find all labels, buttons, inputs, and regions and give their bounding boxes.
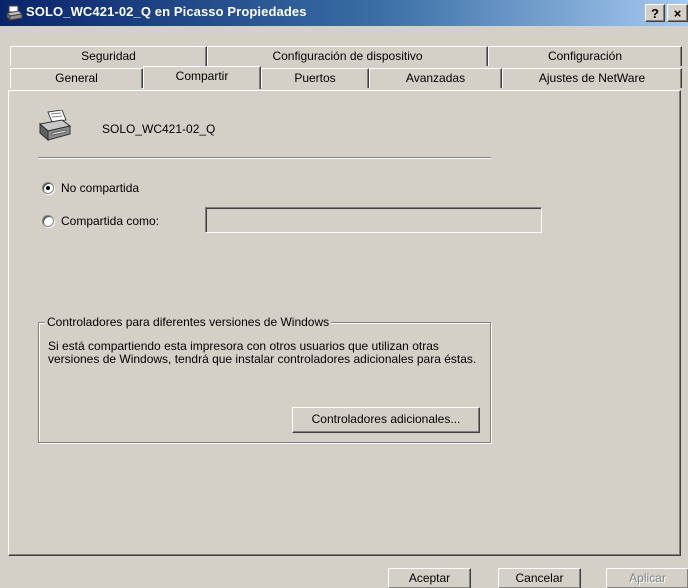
tab-avanzadas[interactable]: Avanzadas (369, 68, 502, 88)
close-button[interactable]: × (667, 4, 688, 22)
cancelar-button[interactable]: Cancelar (498, 568, 581, 588)
header-divider (38, 157, 491, 159)
compartida-como-label[interactable]: Compartida como: (61, 214, 159, 228)
tab-seguridad[interactable]: Seguridad (10, 46, 207, 66)
tab-ajustes-netware[interactable]: Ajustes de NetWare (502, 68, 682, 88)
help-button[interactable]: ? (645, 4, 665, 22)
no-compartida-label[interactable]: No compartida (61, 181, 139, 195)
aplicar-button[interactable]: Aplicar (606, 568, 688, 588)
printer-name: SOLO_WC421-02_Q (102, 122, 216, 136)
tab-compartir[interactable]: Compartir (143, 66, 261, 89)
no-compartida-radio[interactable] (42, 182, 54, 194)
additional-drivers-button[interactable]: Controladores adicionales... (292, 407, 480, 433)
printer-title-icon (5, 5, 23, 22)
printer-icon (38, 110, 72, 142)
title-bar[interactable]: SOLO_WC421-02_Q en Picasso Propiedades ?… (0, 0, 688, 26)
compartida-como-radio[interactable] (42, 215, 54, 227)
tab-general[interactable]: General (10, 68, 143, 88)
aceptar-button[interactable]: Aceptar (388, 568, 471, 588)
tab-configuracion-dispositivo[interactable]: Configuración de dispositivo (207, 46, 488, 66)
drivers-description: Si está compartiendo esta impresora con … (48, 339, 477, 366)
share-name-input[interactable] (205, 207, 542, 233)
tab-configuracion[interactable]: Configuración (488, 46, 682, 66)
tab-puertos[interactable]: Puertos (261, 68, 369, 88)
drivers-group-title: Controladores para diferentes versiones … (45, 315, 332, 329)
window-title: SOLO_WC421-02_Q en Picasso Propiedades (26, 4, 307, 19)
